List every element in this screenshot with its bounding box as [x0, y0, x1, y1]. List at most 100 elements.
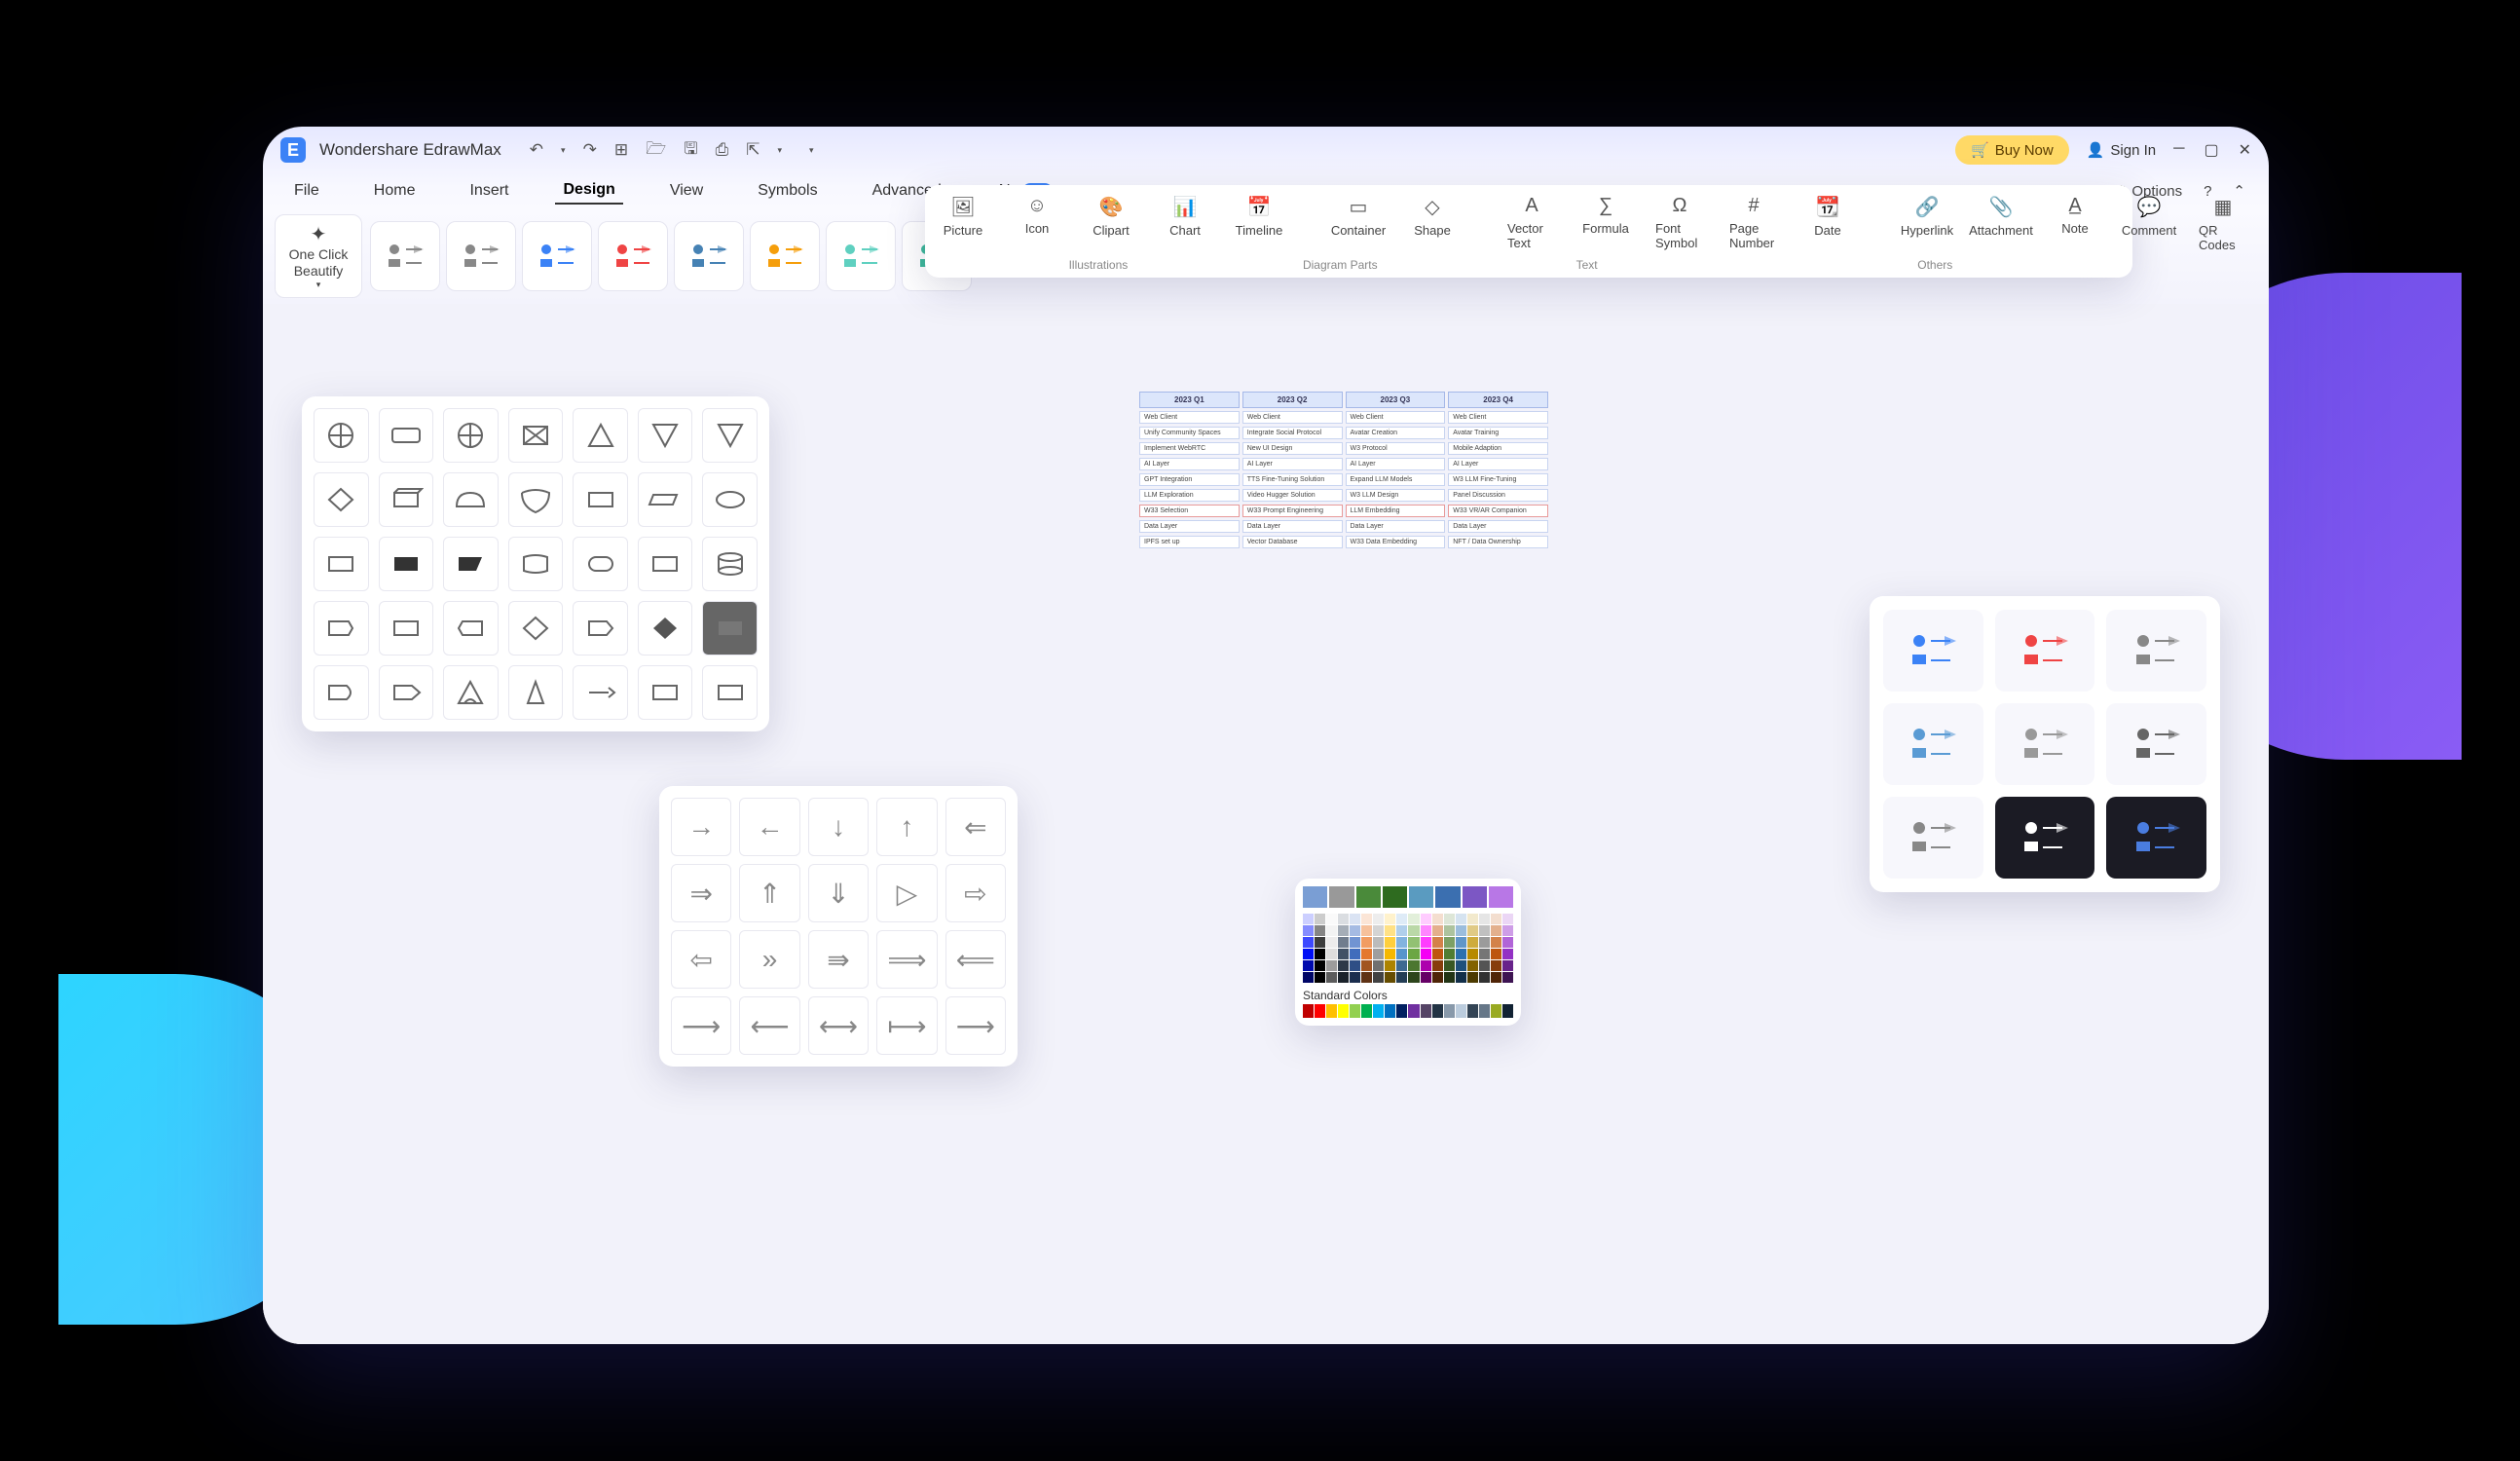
color-swatch[interactable]	[1409, 886, 1433, 908]
color-swatch[interactable]	[1456, 937, 1466, 948]
color-swatch[interactable]	[1502, 960, 1513, 971]
color-swatch[interactable]	[1502, 1004, 1513, 1018]
timeline-cell[interactable]: Expand LLM Models	[1346, 473, 1446, 486]
color-swatch[interactable]	[1432, 1004, 1443, 1018]
more-qat-icon[interactable]: ▾	[806, 143, 817, 158]
arrow-cell-10[interactable]: ⇦	[671, 930, 731, 989]
arrow-cell-12[interactable]: ⇛	[808, 930, 869, 989]
arrow-cell-7[interactable]: ⇓	[808, 864, 869, 922]
color-swatch[interactable]	[1385, 949, 1395, 959]
color-swatch[interactable]	[1373, 972, 1384, 983]
color-swatch[interactable]	[1479, 960, 1490, 971]
timeline-cell[interactable]: AI Layer	[1448, 458, 1548, 470]
insert-qr-codes[interactable]: ▦QR Codes	[2199, 195, 2247, 252]
minimize-icon[interactable]: ─	[2173, 140, 2184, 160]
theme-style-4[interactable]	[674, 221, 744, 291]
maximize-icon[interactable]: ▢	[2204, 140, 2218, 160]
color-swatch[interactable]	[1491, 949, 1501, 959]
color-swatch[interactable]	[1385, 960, 1395, 971]
color-swatch[interactable]	[1326, 937, 1337, 948]
color-swatch[interactable]	[1361, 949, 1372, 959]
theme-cell-7[interactable]	[1995, 797, 2095, 879]
timeline-cell[interactable]: Data Layer	[1242, 520, 1343, 533]
color-swatch[interactable]	[1361, 960, 1372, 971]
color-swatch[interactable]	[1467, 937, 1478, 948]
color-swatch[interactable]	[1315, 937, 1325, 948]
color-swatch[interactable]	[1432, 914, 1443, 924]
timeline-cell[interactable]: AI Layer	[1346, 458, 1446, 470]
color-swatch[interactable]	[1315, 949, 1325, 959]
arrow-cell-11[interactable]: »	[739, 930, 799, 989]
theme-style-3[interactable]	[598, 221, 668, 291]
theme-cell-3[interactable]	[1883, 703, 1983, 785]
timeline-cell[interactable]: Web Client	[1242, 411, 1343, 424]
color-swatch[interactable]	[1338, 937, 1349, 948]
color-swatch[interactable]	[1383, 886, 1407, 908]
color-swatch[interactable]	[1444, 937, 1455, 948]
canvas-area[interactable]: 🖼Picture☺Icon🎨Clipart📊Chart📅Timeline▭Con…	[263, 304, 2269, 1344]
shape-cell-2[interactable]	[443, 408, 499, 463]
timeline-cell[interactable]: W3 LLM Fine-Tuning	[1448, 473, 1548, 486]
arrow-cell-4[interactable]: ⇐	[945, 798, 1006, 856]
theme-style-0[interactable]	[370, 221, 440, 291]
insert-font-symbol[interactable]: ΩFont Symbol	[1655, 195, 1704, 250]
timeline-cell[interactable]: Data Layer	[1448, 520, 1548, 533]
color-swatch[interactable]	[1432, 960, 1443, 971]
one-click-beautify-button[interactable]: ✦ One Click Beautify ▾	[275, 214, 362, 298]
color-swatch[interactable]	[1361, 925, 1372, 936]
color-swatch[interactable]	[1435, 886, 1460, 908]
color-swatch[interactable]	[1479, 937, 1490, 948]
shape-cell-14[interactable]	[314, 537, 369, 591]
timeline-cell[interactable]: NFT / Data Ownership	[1448, 536, 1548, 548]
shape-cell-10[interactable]	[508, 472, 564, 527]
color-swatch[interactable]	[1361, 972, 1372, 983]
color-swatch[interactable]	[1444, 960, 1455, 971]
color-swatch[interactable]	[1396, 1004, 1407, 1018]
timeline-cell[interactable]: Data Layer	[1346, 520, 1446, 533]
arrow-cell-17[interactable]: ⟷	[808, 996, 869, 1055]
timeline-cell[interactable]: Web Client	[1448, 411, 1548, 424]
color-swatch[interactable]	[1303, 960, 1314, 971]
color-swatch[interactable]	[1338, 960, 1349, 971]
color-swatch[interactable]	[1303, 886, 1327, 908]
color-swatch[interactable]	[1373, 937, 1384, 948]
color-swatch[interactable]	[1479, 914, 1490, 924]
color-swatch[interactable]	[1361, 1004, 1372, 1018]
timeline-cell[interactable]: W33 Selection	[1139, 505, 1240, 517]
color-swatch[interactable]	[1421, 949, 1431, 959]
color-swatch[interactable]	[1491, 925, 1501, 936]
timeline-cell[interactable]: Unify Community Spaces	[1139, 427, 1240, 439]
shape-cell-19[interactable]	[638, 537, 693, 591]
export-icon[interactable]: ⇱	[743, 138, 762, 162]
color-swatch[interactable]	[1303, 937, 1314, 948]
color-swatch[interactable]	[1408, 949, 1419, 959]
color-swatch[interactable]	[1456, 949, 1466, 959]
color-swatch[interactable]	[1432, 972, 1443, 983]
color-swatch[interactable]	[1303, 914, 1314, 924]
color-swatch[interactable]	[1303, 972, 1314, 983]
timeline-cell[interactable]: Vector Database	[1242, 536, 1343, 548]
theme-style-1[interactable]	[446, 221, 516, 291]
color-swatch[interactable]	[1456, 972, 1466, 983]
shape-cell-22[interactable]	[379, 601, 434, 656]
color-swatch[interactable]	[1326, 914, 1337, 924]
timeline-cell[interactable]: Panel Discussion	[1448, 489, 1548, 502]
color-swatch[interactable]	[1467, 949, 1478, 959]
color-swatch[interactable]	[1385, 937, 1395, 948]
color-swatch[interactable]	[1491, 972, 1501, 983]
shape-cell-3[interactable]	[508, 408, 564, 463]
insert-timeline[interactable]: 📅Timeline	[1235, 195, 1283, 238]
color-swatch[interactable]	[1315, 925, 1325, 936]
color-swatch[interactable]	[1326, 960, 1337, 971]
color-swatch[interactable]	[1491, 1004, 1501, 1018]
insert-hyperlink[interactable]: 🔗Hyperlink	[1903, 195, 1951, 238]
shape-cell-7[interactable]	[314, 472, 369, 527]
export-dropdown-icon[interactable]: ▾	[775, 143, 786, 158]
color-swatch[interactable]	[1432, 937, 1443, 948]
color-swatch[interactable]	[1326, 1004, 1337, 1018]
shape-cell-25[interactable]	[573, 601, 628, 656]
color-swatch[interactable]	[1396, 949, 1407, 959]
undo-dropdown-icon[interactable]: ▾	[558, 143, 569, 158]
shape-cell-29[interactable]	[379, 665, 434, 720]
timeline-cell[interactable]: TTS Fine-Tuning Solution	[1242, 473, 1343, 486]
